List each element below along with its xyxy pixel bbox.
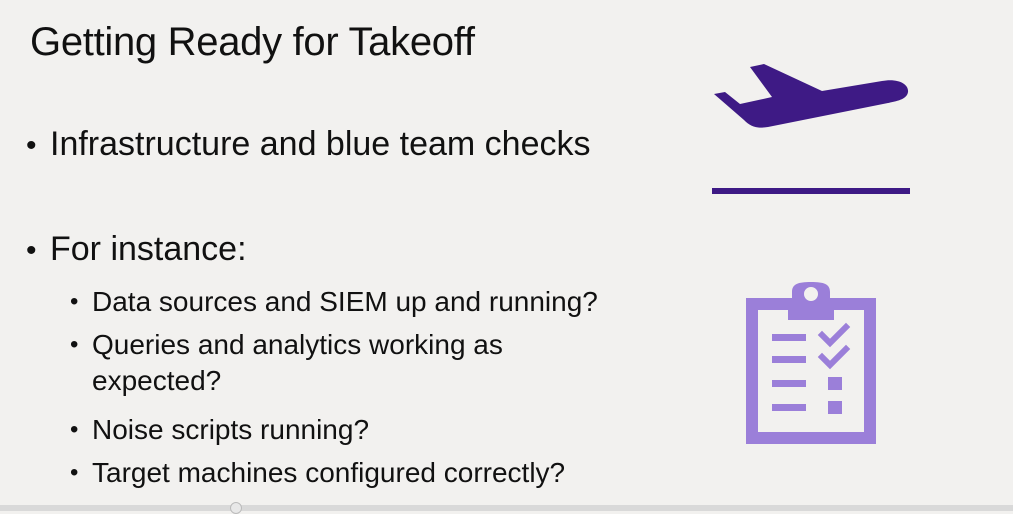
sub-bullet-dot: • [70, 416, 79, 443]
bullet-text: For instance: [50, 230, 247, 268]
bullet-for-instance: • For instance: [26, 230, 247, 269]
runway-line [712, 188, 910, 194]
slide: Getting Ready for Takeoff • Infrastructu… [0, 0, 1013, 514]
bullet-dot: • [26, 129, 37, 162]
sub-bullet-text: Target machines configured correctly? [92, 457, 566, 488]
sub-bullet-noise-scripts: • Noise scripts running? [70, 412, 369, 448]
video-progress-track[interactable] [0, 505, 1013, 511]
bullet-dot: • [26, 234, 37, 267]
sub-bullet-dot: • [70, 459, 79, 486]
sub-bullet-line: Queries and analytics working as [92, 329, 503, 360]
clipboard-checklist-icon [746, 282, 876, 444]
sub-bullet-text: Data sources and SIEM up and running? [92, 286, 598, 317]
airplane-takeoff-icon [714, 64, 909, 128]
sub-bullet-line: expected? [92, 365, 222, 396]
slide-title: Getting Ready for Takeoff [30, 20, 475, 64]
sub-bullet-target-machines: • Target machines configured correctly? [70, 455, 565, 491]
bullet-infrastructure: • Infrastructure and blue team checks [26, 125, 591, 164]
bullet-text: Infrastructure and blue team checks [50, 125, 591, 163]
sub-bullet-dot: • [70, 331, 79, 358]
sub-bullet-dot: • [70, 288, 79, 315]
sub-bullet-text: Noise scripts running? [92, 414, 370, 445]
sub-bullet-queries: • Queries and analytics working as expec… [70, 327, 503, 399]
sub-bullet-data-sources: • Data sources and SIEM up and running? [70, 284, 598, 320]
sub-bullet-text: Queries and analytics working as expecte… [92, 327, 503, 399]
video-scrubber-handle[interactable] [230, 502, 242, 514]
